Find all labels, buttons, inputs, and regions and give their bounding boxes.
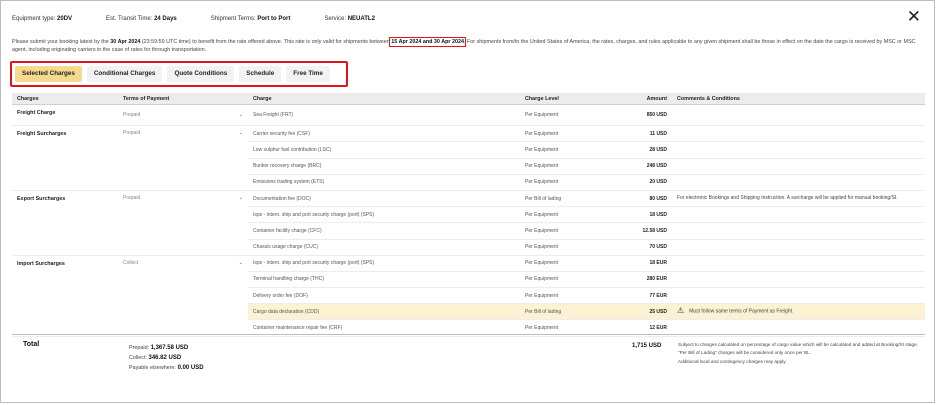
- validity-dates: 15 Apr 2024 and 30 Apr 2024: [389, 37, 466, 47]
- elsewhere-total: Payable elsewhere: 0.00 USD: [129, 365, 204, 371]
- charges-table: Charges Terms of Payment Charge Charge L…: [12, 93, 925, 337]
- shipment-terms: Shipment Terms: Port to Port: [210, 16, 291, 22]
- chevron-down-icon: ⌄: [238, 130, 243, 137]
- chevron-down-icon: ⌄: [238, 259, 243, 266]
- warning-icon: ⚠: [677, 306, 685, 316]
- group-name: Import Surcharges: [12, 254, 118, 337]
- total-notes: Subject to charges calculated on percent…: [678, 342, 918, 364]
- table-row: Freight Charge Prepaid ⌄ Sea Freight (FRT…: [12, 103, 925, 127]
- tab-selected-charges[interactable]: Selected Charges: [15, 66, 82, 82]
- table-header: Charges Terms of Payment Charge Charge L…: [12, 93, 925, 105]
- payment-breakdown: Prepaid: 1,367.58 USD Collect: 346.82 US…: [129, 343, 204, 373]
- close-icon[interactable]: ✕: [907, 8, 921, 25]
- total-section: Total Prepaid: 1,367.58 USD Collect: 346…: [12, 334, 925, 402]
- tab-schedule[interactable]: Schedule: [239, 66, 282, 82]
- service: Service: NEUATL2: [324, 16, 375, 22]
- group-name: Export Surcharges: [12, 189, 118, 256]
- total-label: Total: [23, 341, 40, 348]
- col-terms: Terms of Payment: [118, 93, 248, 105]
- table-row: Export Surcharges Prepaid ⌄ Documentation…: [12, 189, 925, 256]
- total-amount: 1,715 USD: [632, 343, 662, 349]
- col-charges: Charges: [12, 93, 118, 105]
- table-row: Import Surcharges Collect ⌄ Isps - intern…: [12, 254, 925, 337]
- tab-free-time[interactable]: Free Time: [286, 66, 330, 82]
- shipment-summary: Equipment type: 20DV Est. Transit Time: …: [12, 16, 409, 22]
- charge-tabs: Selected Charges Conditional Charges Quo…: [15, 66, 335, 82]
- chevron-down-icon: ⌄: [238, 112, 243, 119]
- tab-conditional-charges[interactable]: Conditional Charges: [86, 66, 163, 82]
- booking-notice: Please submit your booking latest by the…: [12, 37, 916, 53]
- col-amount: Amount: [616, 93, 672, 105]
- terms-select[interactable]: Prepaid ⌄: [118, 189, 248, 256]
- terms-select[interactable]: Prepaid ⌄: [118, 125, 248, 191]
- charges-modal: Equipment type: 20DV Est. Transit Time: …: [0, 0, 935, 403]
- group-name: Freight Charge: [12, 103, 118, 127]
- equipment-type: Equipment type: 20DV: [12, 16, 73, 22]
- terms-select[interactable]: Prepaid ⌄: [118, 103, 248, 127]
- col-comments: Comments & Conditions: [672, 93, 925, 105]
- terms-select[interactable]: Collect ⌄: [118, 254, 248, 337]
- transit-time: Est. Transit Time: 24 Days: [106, 16, 177, 22]
- group-name: Freight Surcharges: [12, 125, 118, 191]
- table-row: Freight Surcharges Prepaid ⌄ Carrier secu…: [12, 125, 925, 191]
- chevron-down-icon: ⌄: [238, 194, 243, 201]
- col-charge: Charge: [248, 93, 520, 105]
- tab-quote-conditions[interactable]: Quote Conditions: [167, 66, 235, 82]
- col-level: Charge Level: [520, 93, 616, 105]
- prepaid-total: Prepaid: 1,367.58 USD: [129, 345, 189, 351]
- collect-total: Collect: 346.82 USD: [129, 355, 182, 361]
